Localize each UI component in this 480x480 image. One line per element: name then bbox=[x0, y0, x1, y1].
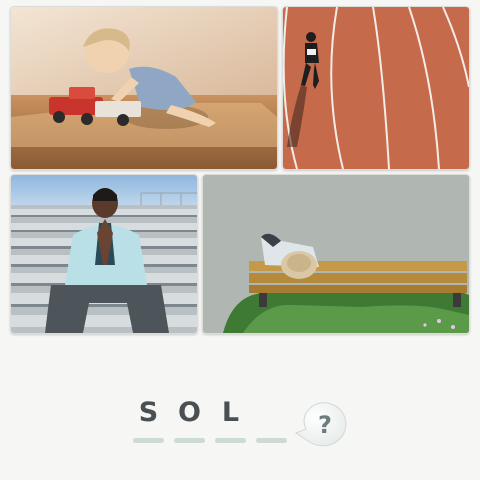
photo-man-on-bench bbox=[202, 174, 470, 334]
answer-letter: S bbox=[138, 397, 159, 428]
answer-letter: L bbox=[221, 397, 240, 428]
answer-slot-3[interactable]: L bbox=[214, 396, 247, 443]
answer-slot-4[interactable] bbox=[255, 396, 288, 443]
photo-toddler-with-toy-truck bbox=[10, 6, 278, 170]
question-icon: ? bbox=[318, 411, 332, 439]
answer-slots: S O L bbox=[132, 396, 288, 443]
slot-underline bbox=[215, 438, 246, 443]
answer-slot-2[interactable]: O bbox=[173, 396, 206, 443]
photo-runner-on-track bbox=[282, 6, 470, 170]
answer-letter: O bbox=[178, 397, 201, 428]
answer-slot-1[interactable]: S bbox=[132, 396, 165, 443]
slot-underline bbox=[133, 438, 164, 443]
slot-underline bbox=[256, 438, 287, 443]
hint-button[interactable]: ? bbox=[294, 399, 348, 449]
photo-man-on-bleachers bbox=[10, 174, 198, 334]
slot-underline bbox=[174, 438, 205, 443]
